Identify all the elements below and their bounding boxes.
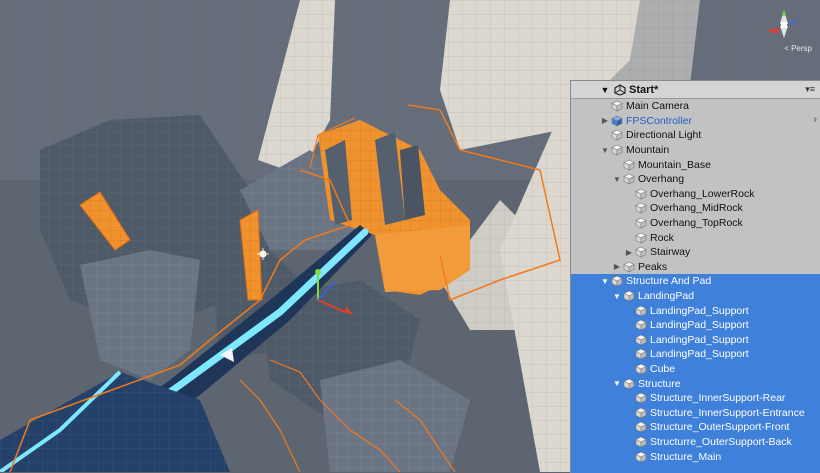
hierarchy-item[interactable]: ▶ Stairway <box>571 245 820 260</box>
gameobject-cube-icon <box>635 349 647 360</box>
gameobject-cube-icon <box>635 319 647 331</box>
hierarchy-item[interactable]: Structure_Main <box>571 449 820 464</box>
gameobject-cube-icon <box>635 407 647 419</box>
prefab-cube-icon <box>611 115 623 127</box>
hierarchy-item[interactable]: Cube <box>571 361 820 377</box>
gameobject-cube-icon <box>623 378 635 390</box>
hierarchy-item[interactable]: LandingPad_Support <box>571 317 820 333</box>
gameobject-cube-icon <box>635 363 647 375</box>
hierarchy-item-label: Overhang_TopRock <box>650 217 743 230</box>
hierarchy-item-label: Overhang <box>638 173 685 186</box>
hierarchy-item[interactable]: Overhang_MidRock <box>571 201 820 216</box>
gameobject-cube-icon <box>635 232 647 244</box>
hierarchy-item-label: Overhang_LowerRock <box>650 187 755 200</box>
hierarchy-item[interactable]: Structure_InnerSupport-Entrance <box>571 405 820 421</box>
hierarchy-item-label: Cube <box>650 362 676 375</box>
hierarchy-item-label: Rock <box>650 231 674 244</box>
gameobject-cube-icon <box>635 305 647 317</box>
gameobject-cube-icon <box>635 422 647 433</box>
gameobject-cube-icon <box>635 451 647 463</box>
hierarchy-tree: Main Camera ▶ FPSController › Directional … <box>571 99 820 473</box>
hierarchy-item[interactable]: Overhang_LowerRock <box>571 187 820 202</box>
gameobject-cube-icon <box>611 100 623 112</box>
prefab-open-chevron-icon[interactable]: › <box>813 114 817 126</box>
hierarchy-item[interactable]: ▶ FPSController › <box>571 114 820 129</box>
hierarchy-item[interactable]: ▼ Structure And Pad <box>571 274 820 289</box>
hierarchy-item[interactable]: ▼ Mountain <box>571 143 820 158</box>
hierarchy-item-label: Stairway <box>650 246 691 259</box>
gameobject-cube-icon <box>635 188 647 200</box>
hierarchy-item-label: Mountain_Base <box>638 158 711 171</box>
hierarchy-item-label: Structure_InnerSupport-Rear <box>650 392 786 405</box>
hierarchy-item[interactable]: ▼ Structure <box>571 376 820 391</box>
gameobject-cube-icon <box>623 173 635 185</box>
hierarchy-item-label: LandingPad_Support <box>650 304 749 317</box>
unity-logo-icon <box>614 83 626 96</box>
hierarchy-item[interactable]: ▼ Overhang <box>571 172 820 187</box>
expanded-arrow-icon[interactable]: ▼ <box>611 175 623 184</box>
hierarchy-item[interactable]: Structure_OuterSupport-Front <box>571 420 820 435</box>
hierarchy-item-label: Mountain <box>626 144 670 157</box>
gameobject-cube-icon <box>635 246 647 258</box>
hierarchy-panel: ▼ Start* ▾≡ Main Camera ▶ FPSController › … <box>570 80 820 473</box>
hierarchy-item[interactable]: Overhang_TopRock <box>571 216 820 231</box>
gameobject-cube-icon <box>623 290 635 302</box>
hierarchy-item[interactable]: LandingPad_Support <box>571 303 820 318</box>
gameobject-cube-icon <box>635 217 647 229</box>
hierarchy-item[interactable]: LandingPad_Support <box>571 332 820 348</box>
gameobject-cube-icon <box>623 261 635 273</box>
hierarchy-item[interactable]: Main Camera <box>571 99 820 114</box>
hierarchy-item-label: Structure And Pad <box>626 275 712 288</box>
hierarchy-item-label: LandingPad <box>638 290 695 303</box>
expanded-arrow-icon[interactable]: ▼ <box>599 277 611 286</box>
expanded-arrow-icon[interactable]: ▼ <box>611 379 623 388</box>
gameobject-cube-icon <box>635 436 647 448</box>
hierarchy-item-label: Structure_OuterSupport-Front <box>650 421 790 434</box>
hierarchy-item[interactable]: Structurre_OuterSupport-Back <box>571 434 820 450</box>
hierarchy-item-label: Directional Light <box>626 129 702 142</box>
hierarchy-item[interactable]: ▶ Peaks <box>571 260 820 275</box>
gameobject-cube-icon <box>611 276 623 287</box>
hierarchy-item-label: Peaks <box>638 260 668 273</box>
expanded-arrow-icon[interactable]: ▼ <box>611 292 623 301</box>
hierarchy-item-label: Structurre_OuterSupport-Back <box>650 435 792 448</box>
collapsed-arrow-icon[interactable]: ▶ <box>611 262 623 271</box>
gameobject-cube-icon <box>611 130 623 141</box>
hierarchy-item-label: LandingPad_Support <box>650 333 749 346</box>
hierarchy-item-label: LandingPad_Support <box>650 319 749 332</box>
context-menu-icon[interactable]: ▾≡ <box>805 84 815 95</box>
expanded-arrow-icon[interactable]: ▼ <box>599 146 611 155</box>
collapsed-arrow-icon[interactable]: ▶ <box>623 248 635 257</box>
hierarchy-item-label: Structure_InnerSupport-Entrance <box>650 406 805 419</box>
gameobject-cube-icon <box>635 203 647 214</box>
hierarchy-scene-header[interactable]: ▼ Start* ▾≡ <box>571 81 820 99</box>
collapse-arrow-icon[interactable]: ▼ <box>599 85 611 95</box>
hierarchy-item-label: Structure_Main <box>650 450 722 463</box>
projection-label[interactable]: < Persp <box>784 44 812 53</box>
hierarchy-item-label: FPSController <box>626 114 692 127</box>
hierarchy-item[interactable]: Directional Light <box>571 128 820 143</box>
hierarchy-item[interactable]: Mountain_Base <box>571 157 820 172</box>
hierarchy-item[interactable]: LandingPad_Support <box>571 347 820 362</box>
gameobject-cube-icon <box>635 392 647 404</box>
hierarchy-item-label: Overhang_MidRock <box>650 202 743 215</box>
hierarchy-item[interactable]: ▼ LandingPad <box>571 288 820 304</box>
gameobject-cube-icon <box>635 334 647 346</box>
gameobject-cube-icon <box>623 159 635 171</box>
hierarchy-item[interactable]: Rock <box>571 230 820 245</box>
gameobject-cube-icon <box>611 144 623 156</box>
hierarchy-item-label: Structure <box>638 377 681 390</box>
hierarchy-item-label: LandingPad_Support <box>650 348 749 361</box>
hierarchy-item[interactable]: Structure_InnerSupport-Rear <box>571 390 820 406</box>
collapsed-arrow-icon[interactable]: ▶ <box>599 116 611 125</box>
scene-name: Start* <box>629 83 659 96</box>
hierarchy-item-label: Main Camera <box>626 100 690 113</box>
